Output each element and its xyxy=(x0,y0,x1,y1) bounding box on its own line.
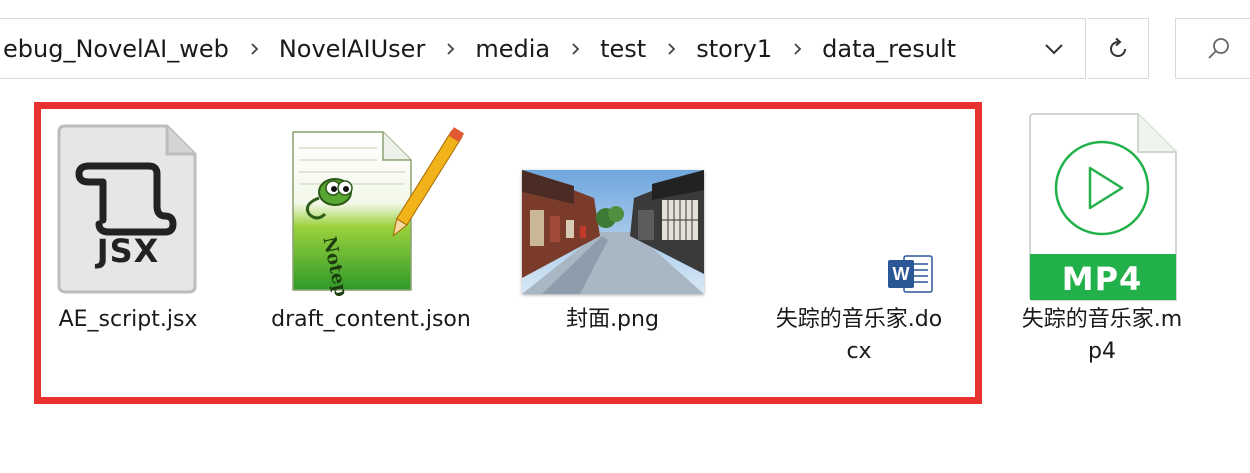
mp4-badge: MP4 xyxy=(1061,260,1143,298)
chevron-right-icon[interactable] xyxy=(570,42,582,55)
file-name: draft_content.json xyxy=(271,307,471,332)
street-photo-thumbnail xyxy=(521,170,704,294)
breadcrumb-item[interactable]: story1 xyxy=(692,35,776,63)
notepad-plus-plus-icon: Notepad++ xyxy=(292,127,465,296)
chevron-right-icon[interactable] xyxy=(249,42,261,55)
file-item[interactable]: JSX AE_script.jsx xyxy=(38,116,218,336)
search-icon xyxy=(1208,37,1229,59)
breadcrumb: ebug_NovelAI_web NovelAIUser media test … xyxy=(0,35,960,63)
file-item[interactable]: MP4 失踪的音乐家.mp4 xyxy=(1018,110,1186,368)
file-item[interactable]: Notepad++ draft_content.json xyxy=(270,116,472,336)
breadcrumb-item[interactable]: NovelAIUser xyxy=(275,35,429,63)
chevron-down-icon xyxy=(1045,43,1063,54)
file-name: 失踪的音乐家.docx xyxy=(775,307,943,364)
word-badge: W xyxy=(892,263,910,284)
jsx-badge: JSX xyxy=(96,232,160,270)
address-history-dropdown[interactable] xyxy=(1023,19,1085,78)
file-thumbnail xyxy=(510,116,715,296)
breadcrumb-item[interactable]: test xyxy=(596,35,650,63)
refresh-button[interactable] xyxy=(1088,18,1149,79)
refresh-icon xyxy=(1110,37,1126,57)
chevron-right-icon[interactable] xyxy=(666,42,678,55)
file-item[interactable]: W 失踪的音乐家.docx xyxy=(770,116,948,368)
file-name: 封面.png xyxy=(566,307,659,332)
breadcrumb-item[interactable]: data_result xyxy=(818,35,960,63)
file-thumbnail: W xyxy=(770,116,948,296)
breadcrumb-item[interactable]: media xyxy=(471,35,554,63)
chevron-right-icon[interactable] xyxy=(792,42,804,55)
file-item[interactable]: 封面.png xyxy=(510,116,715,336)
file-name: AE_script.jsx xyxy=(58,307,198,332)
search-input[interactable] xyxy=(1175,18,1250,79)
breadcrumb-item[interactable]: ebug_NovelAI_web xyxy=(0,35,233,63)
file-thumbnail: MP4 xyxy=(1018,110,1186,304)
file-thumbnail: JSX xyxy=(38,116,218,296)
file-name: 失踪的音乐家.mp4 xyxy=(1021,307,1183,364)
address-bar[interactable]: ebug_NovelAI_web NovelAIUser media test … xyxy=(0,18,1086,79)
word-document-icon: W xyxy=(888,254,934,294)
chevron-right-icon[interactable] xyxy=(445,42,457,55)
file-thumbnail: Notepad++ xyxy=(270,116,472,296)
